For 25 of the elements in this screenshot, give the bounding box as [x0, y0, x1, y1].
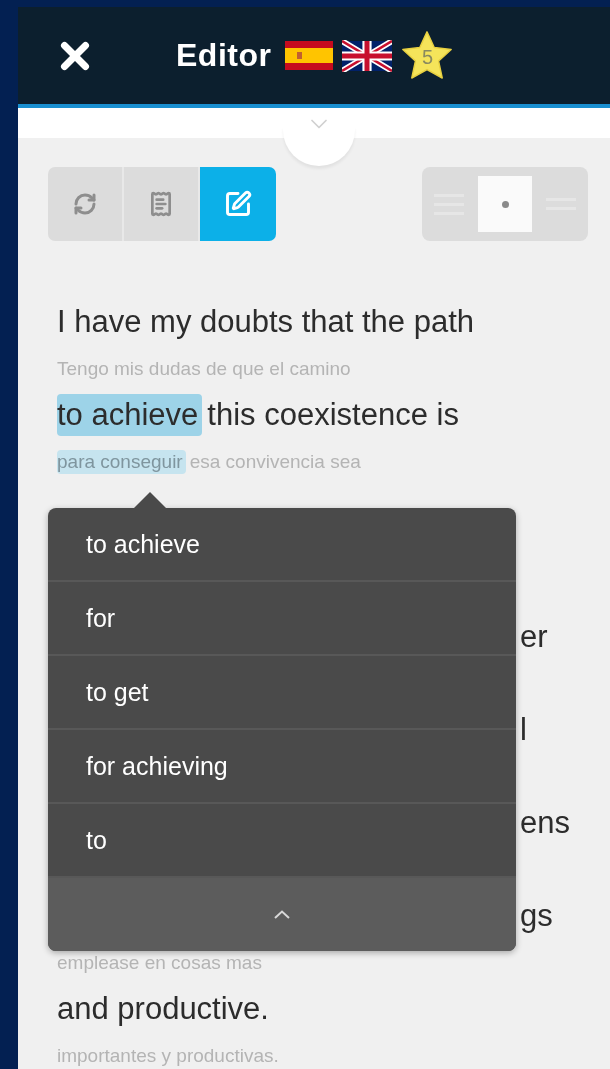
edit-mode-button[interactable] [200, 167, 276, 241]
suggestion-option[interactable]: to get [48, 656, 516, 730]
suggestion-option[interactable]: to achieve [48, 508, 516, 582]
sentence-text[interactable]: ens [520, 802, 574, 844]
document-icon [148, 191, 174, 217]
collapse-button[interactable] [48, 878, 516, 951]
uk-flag-icon [342, 39, 393, 72]
spain-flag-icon [285, 41, 334, 70]
sentence-text[interactable]: this coexistence is [207, 394, 463, 436]
document-mode-button[interactable] [124, 167, 200, 241]
pull-down-tab[interactable] [283, 126, 355, 166]
refresh-mode-button[interactable] [48, 167, 124, 241]
layout-segment[interactable] [478, 176, 532, 232]
edit-icon [224, 190, 252, 218]
sentence-text[interactable]: to achieve [57, 394, 203, 436]
sentence-text[interactable]: l [520, 709, 531, 751]
refresh-icon [73, 192, 97, 216]
chevron-up-icon [274, 910, 290, 919]
suggestion-option[interactable]: for achieving [48, 730, 516, 804]
suggestion-option[interactable]: for [48, 582, 516, 656]
sentence-text[interactable]: er [520, 616, 552, 658]
editor-title: Editor [176, 37, 272, 74]
sentence-text[interactable]: and productive. [57, 988, 273, 1030]
sentence-text[interactable]: gs [520, 895, 557, 937]
sentence-text[interactable]: I have my doubts that the path [57, 301, 479, 343]
